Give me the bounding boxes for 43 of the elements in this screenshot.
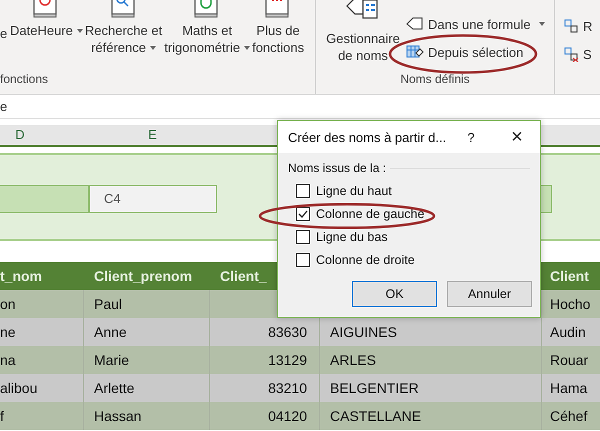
help-button[interactable]: ? (456, 130, 486, 144)
table-cell: Hassan (84, 402, 210, 430)
dialog-title: Créer des noms à partir d... (287, 130, 448, 144)
table-cell-text: Hama (549, 379, 588, 398)
checkbox[interactable] (296, 184, 310, 198)
column-heading: Client (549, 267, 590, 286)
checkbox-option[interactable]: Ligne du haut (296, 182, 392, 198)
input-field[interactable]: C4 (89, 185, 217, 213)
function-category-button[interactable]: Recherche et référence (84, 0, 164, 56)
checkbox[interactable] (296, 252, 310, 266)
table-cell: 04120 (210, 402, 320, 430)
function-category-button[interactable]: Plus de fonctions (251, 0, 306, 56)
table-cell: f (0, 402, 84, 430)
checkbox-option[interactable]: Colonne de droite (296, 252, 415, 268)
dialog-button[interactable]: Annuler (447, 281, 532, 307)
table-cell-text: Rouar (549, 351, 590, 370)
ribbon-label: e (0, 26, 8, 41)
column-heading: Client_ (219, 267, 268, 286)
group-label: fonctions (0, 72, 48, 86)
audit-command-button[interactable]: S (563, 44, 592, 64)
function-category-button[interactable]: DateHeure (9, 0, 84, 39)
checkbox[interactable] (296, 230, 310, 244)
column-heading: t_nom (0, 267, 43, 286)
group-label: Noms définis (400, 72, 470, 86)
column-header[interactable]: D (0, 125, 40, 145)
audit-command-button[interactable]: R (563, 16, 592, 36)
name-command-button[interactable]: Dans une formule (406, 13, 545, 35)
checkbox[interactable] (296, 206, 310, 220)
column-heading: Client_prenom (93, 267, 194, 286)
function-category-button[interactable]: Maths et trigonométrie (163, 0, 252, 56)
table-cell-text: Audin (549, 323, 587, 342)
name-command-button[interactable]: Depuis sélection (406, 41, 545, 63)
table-cell: CASTELLANE (320, 402, 542, 430)
group-label: Noms issus de la : (288, 161, 386, 175)
tag-icon (406, 16, 424, 32)
table-tag-icon (406, 44, 424, 60)
column-header[interactable]: E (40, 125, 265, 145)
close-button[interactable]: × (502, 126, 532, 148)
checkbox-option[interactable]: Ligne du bas (296, 228, 388, 244)
dialog-button[interactable]: OK (352, 281, 437, 307)
table-cell-text: Céhef (549, 407, 588, 426)
name-manager-button[interactable]: Gestionnaire de noms (328, 0, 398, 64)
table-cell-text: Hocho (549, 295, 592, 314)
